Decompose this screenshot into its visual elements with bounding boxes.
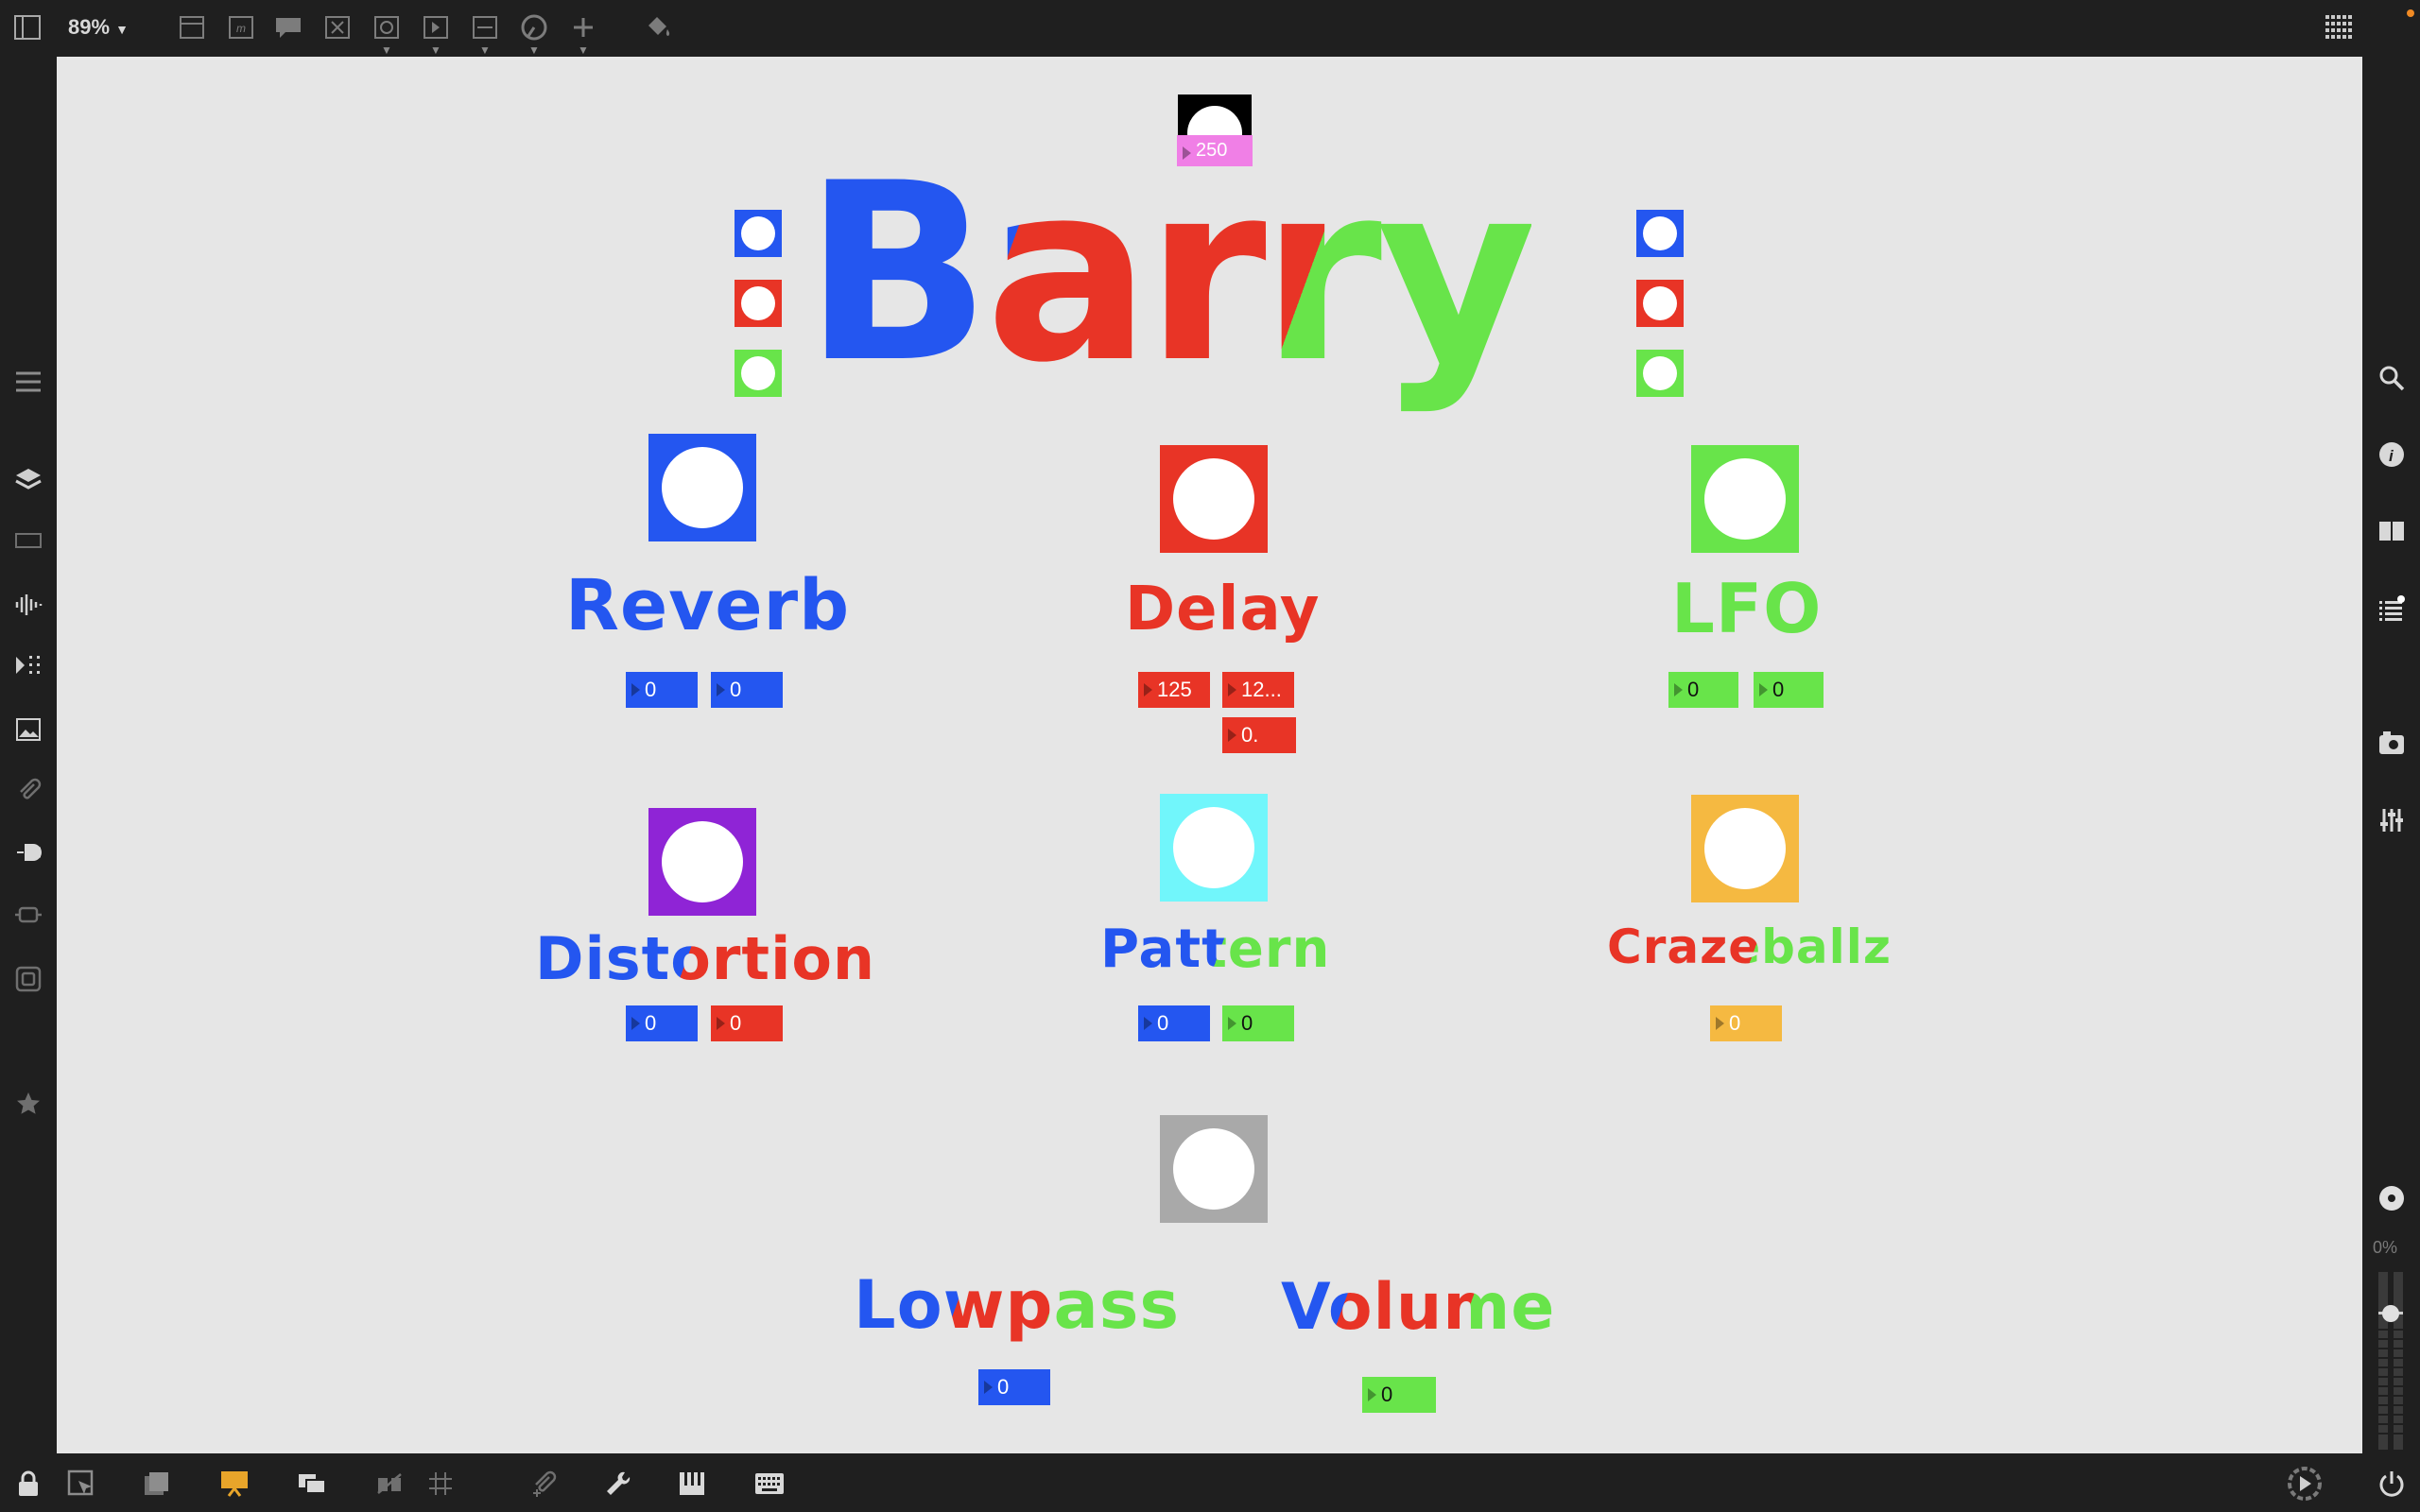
audio-waveform-icon[interactable] [11, 588, 45, 622]
crazeballz-label: Crazeballz [1607, 919, 1893, 974]
left-toggle-blue[interactable] [735, 210, 782, 257]
snapshot-icon[interactable] [2375, 726, 2409, 760]
connector-icon[interactable] [11, 898, 45, 932]
toggle-object-icon[interactable] [372, 13, 401, 42]
paperclip-icon[interactable] [11, 773, 45, 807]
left-toggle-green[interactable] [735, 350, 782, 397]
delay-toggle[interactable] [1160, 445, 1268, 553]
hide-icon[interactable] [372, 1467, 406, 1501]
audio-on-icon[interactable] [2286, 1467, 2324, 1501]
crazeballz-toggle[interactable] [1691, 795, 1799, 902]
left-toggle-red[interactable] [735, 280, 782, 327]
delay-label: Delay [1125, 575, 1321, 644]
volume-meter[interactable] [2375, 1272, 2407, 1450]
frame-icon[interactable] [11, 962, 45, 996]
right-toggle-green[interactable] [1636, 350, 1684, 397]
notification-dot [2407, 9, 2414, 17]
title-barry: Barry [804, 131, 1537, 417]
add-object-icon[interactable] [569, 13, 597, 42]
keyboard-icon[interactable] [752, 1467, 786, 1501]
zoom-level[interactable]: 89% ▼ [68, 15, 129, 40]
volume-number[interactable]: 0 [1362, 1377, 1436, 1413]
mixer-icon[interactable] [2375, 803, 2409, 837]
search-icon[interactable] [2375, 361, 2409, 395]
bottom-toolbar [0, 1453, 2420, 1512]
presentation-icon[interactable] [217, 1467, 251, 1501]
svg-text:m: m [236, 22, 246, 35]
patch-cord-icon[interactable] [527, 1467, 562, 1501]
volume-label: Volume [1281, 1270, 1556, 1345]
book-icon[interactable] [2375, 514, 2409, 548]
plug-icon[interactable] [11, 835, 45, 869]
edit-mode-icon[interactable] [64, 1467, 98, 1501]
reverb-number-2[interactable]: 0 [711, 672, 783, 708]
windows-icon[interactable] [295, 1467, 329, 1501]
power-icon[interactable] [2375, 1467, 2409, 1501]
lfo-label: LFO [1671, 569, 1823, 648]
reverb-toggle[interactable] [648, 434, 756, 541]
piano-icon[interactable] [675, 1467, 709, 1501]
device-icon[interactable] [11, 524, 45, 558]
sidebar-toggle-icon[interactable] [13, 13, 42, 42]
record-icon[interactable] [2375, 1181, 2409, 1215]
background-layer-icon[interactable] [140, 1467, 174, 1501]
comment-icon[interactable] [274, 13, 302, 42]
right-toggle-blue[interactable] [1636, 210, 1684, 257]
pattern-number-2[interactable]: 0 [1222, 1005, 1294, 1041]
object-box-icon[interactable] [178, 13, 206, 42]
pattern-toggle[interactable] [1160, 794, 1268, 902]
dial-object-icon[interactable] [520, 13, 548, 42]
reverb-label: Reverb [565, 565, 851, 646]
delay-number-2[interactable]: 12... [1222, 672, 1294, 708]
lowpass-label: Lowpass [854, 1266, 1181, 1344]
wrench-icon[interactable] [601, 1467, 635, 1501]
lfo-toggle[interactable] [1691, 445, 1799, 553]
slider-object-icon[interactable] [471, 13, 499, 42]
distortion-number-1[interactable]: 0 [626, 1005, 698, 1041]
pattern-label: Pattern [1100, 919, 1331, 980]
lock-icon[interactable] [11, 1467, 45, 1501]
menu-icon[interactable] [11, 365, 45, 399]
delay-number-1[interactable]: 125 [1138, 672, 1210, 708]
top-toolbar [0, 0, 2420, 57]
playlist-icon[interactable] [11, 648, 45, 682]
image-icon[interactable] [11, 713, 45, 747]
lowpass-number[interactable]: 0 [978, 1369, 1050, 1405]
grid-toggle-icon[interactable] [424, 1467, 458, 1501]
gray-toggle[interactable] [1160, 1115, 1268, 1223]
star-icon[interactable] [11, 1087, 45, 1121]
button-object-icon[interactable] [323, 13, 352, 42]
lfo-number-2[interactable]: 0 [1754, 672, 1824, 708]
right-toggle-red[interactable] [1636, 280, 1684, 327]
distortion-number-2[interactable]: 0 [711, 1005, 783, 1041]
meter-percent: 0% [2373, 1238, 2398, 1257]
grid-menu-icon[interactable] [2324, 13, 2358, 42]
layers-icon[interactable] [11, 463, 45, 497]
message-box-icon[interactable]: m [227, 13, 255, 42]
reverb-number-1[interactable]: 0 [626, 672, 698, 708]
list-icon[interactable] [2375, 592, 2409, 626]
distortion-toggle[interactable] [648, 808, 756, 916]
play-object-icon[interactable] [422, 13, 450, 42]
distortion-label: Distortion [535, 924, 876, 993]
paint-bucket-icon[interactable] [643, 13, 671, 42]
info-icon[interactable]: i [2375, 438, 2409, 472]
lfo-number-1[interactable]: 0 [1668, 672, 1738, 708]
delay-number-3[interactable]: 0. [1222, 717, 1296, 753]
crazeballz-number[interactable]: 0 [1710, 1005, 1782, 1041]
pattern-number-1[interactable]: 0 [1138, 1005, 1210, 1041]
